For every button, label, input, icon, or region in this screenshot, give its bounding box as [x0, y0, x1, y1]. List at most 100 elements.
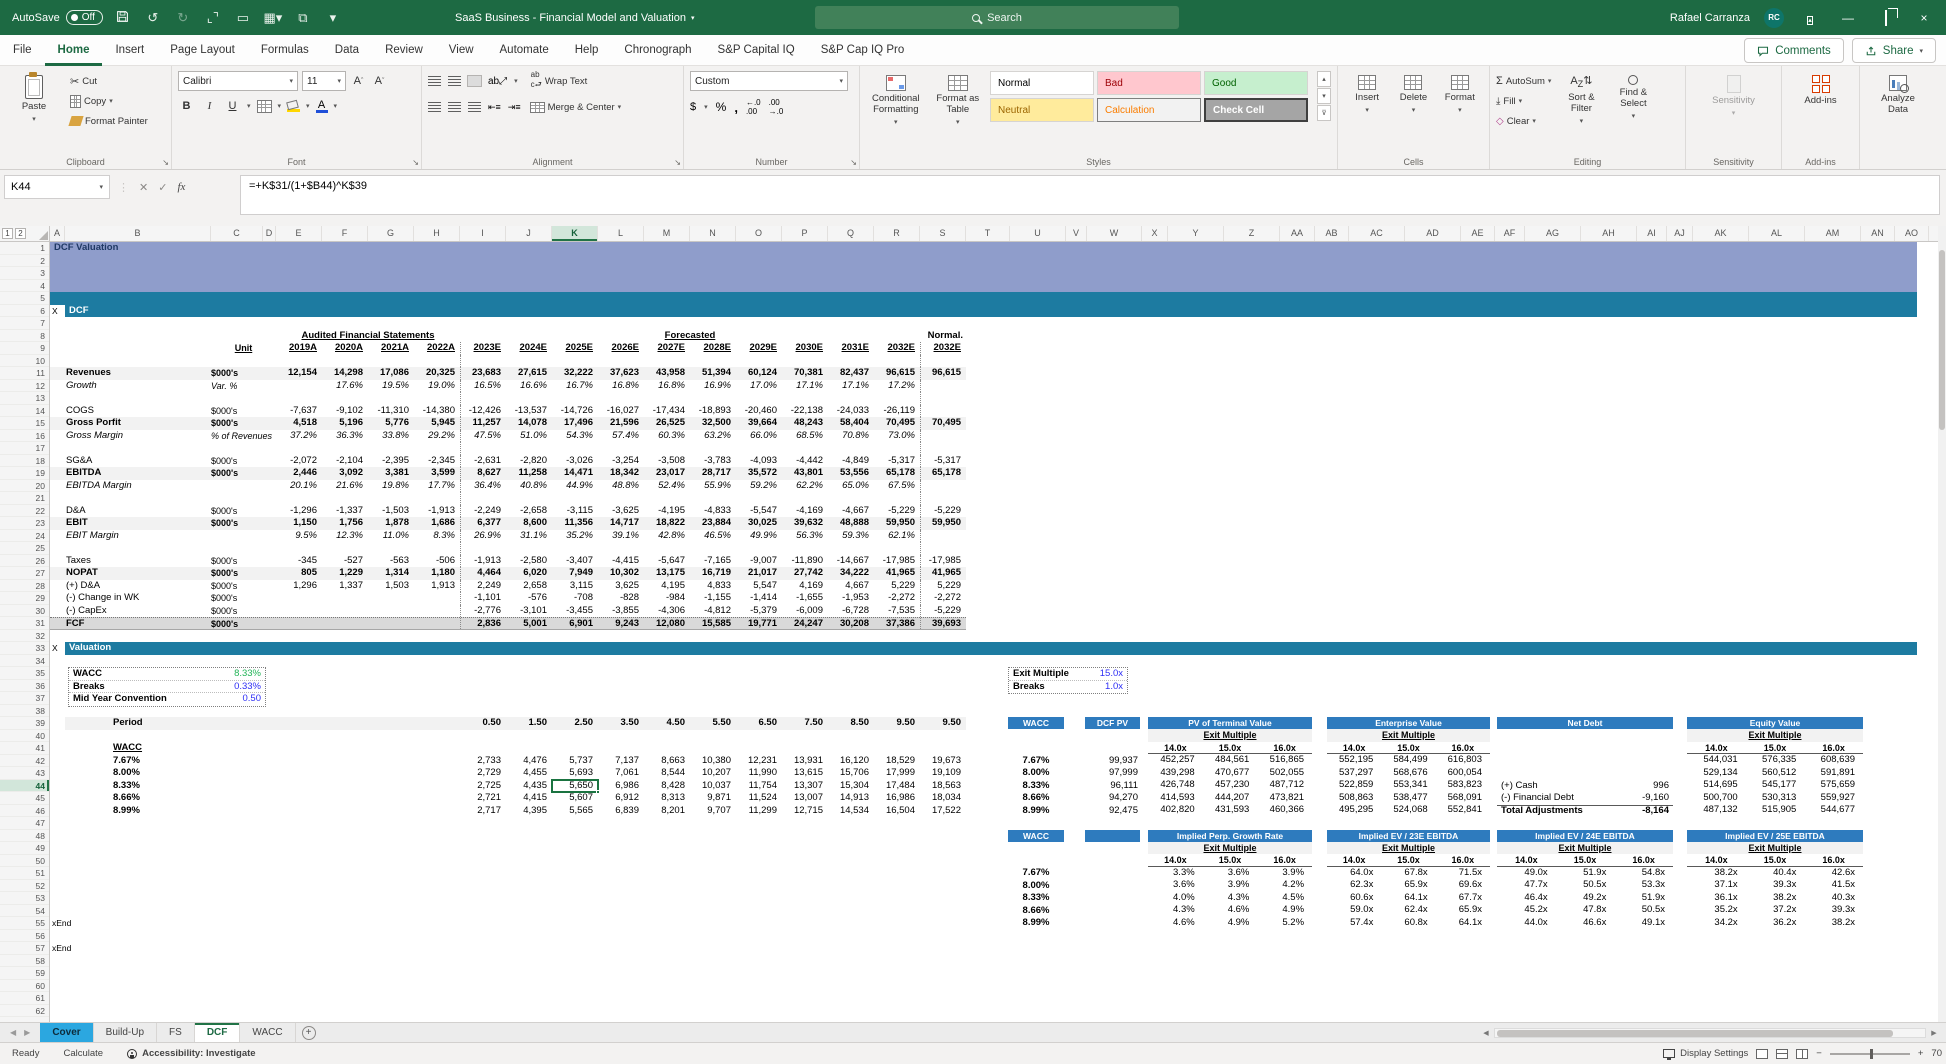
cell[interactable]: [322, 355, 368, 368]
menu-tab-file[interactable]: File: [0, 35, 45, 66]
cell[interactable]: -1,101: [460, 592, 506, 605]
shrink-font-button[interactable]: Aˇ: [371, 72, 388, 90]
cell[interactable]: 508,863: [1327, 792, 1381, 805]
cell[interactable]: -4,667: [828, 505, 874, 518]
cell[interactable]: 42.6x: [1804, 867, 1863, 880]
cell[interactable]: 538,477: [1381, 792, 1435, 805]
cell[interactable]: [368, 492, 414, 505]
cell[interactable]: [276, 355, 322, 368]
cell[interactable]: -5,547: [736, 505, 782, 518]
decrease-decimal-icon[interactable]: .00→.0: [769, 98, 784, 116]
cell[interactable]: 4.3%: [1148, 904, 1203, 917]
cell[interactable]: 5.2%: [1257, 917, 1312, 930]
cell[interactable]: -14,380: [414, 405, 460, 418]
cell[interactable]: 4.0%: [1148, 892, 1203, 905]
cell[interactable]: 56.3%: [782, 530, 828, 543]
cell[interactable]: 4,195: [644, 580, 690, 593]
cell[interactable]: [644, 392, 690, 405]
cell[interactable]: -1,337: [322, 505, 368, 518]
paste-button[interactable]: Paste▾: [6, 71, 62, 131]
cell[interactable]: 60.8x: [1381, 917, 1435, 930]
hscroll-left-icon[interactable]: ◀: [1480, 1029, 1492, 1037]
column-header-Q[interactable]: Q: [828, 226, 874, 241]
save-icon[interactable]: [113, 10, 133, 26]
cell[interactable]: 11,754: [736, 780, 782, 793]
cell[interactable]: 2027E: [644, 342, 690, 355]
cell[interactable]: -11,890: [782, 555, 828, 568]
cell[interactable]: [368, 542, 414, 555]
cell[interactable]: 41,965: [920, 567, 966, 580]
cell[interactable]: 39.1%: [598, 530, 644, 543]
cell[interactable]: -7,165: [690, 555, 736, 568]
cell[interactable]: 64.1x: [1381, 892, 1435, 905]
cell[interactable]: -563: [368, 555, 414, 568]
column-header-L[interactable]: L: [598, 226, 644, 241]
menu-tab-data[interactable]: Data: [322, 35, 372, 66]
cell[interactable]: 537,297: [1327, 767, 1381, 780]
outline-level-2-button[interactable]: 2: [15, 228, 26, 239]
cell[interactable]: 51,394: [690, 367, 736, 380]
cell[interactable]: 96,111: [1085, 780, 1140, 793]
cell[interactable]: 5,001: [506, 618, 552, 629]
cell[interactable]: [920, 380, 966, 393]
cell[interactable]: 49.9%: [736, 530, 782, 543]
cell[interactable]: 473,821: [1257, 792, 1312, 805]
cell[interactable]: [598, 442, 644, 455]
cell[interactable]: 5,776: [368, 417, 414, 430]
cell[interactable]: -1,414: [736, 592, 782, 605]
cell[interactable]: 55.9%: [690, 480, 736, 493]
cell[interactable]: 49.0x: [1497, 867, 1556, 880]
cell[interactable]: 402,820: [1148, 804, 1203, 817]
cell[interactable]: Gross Porfit: [50, 417, 211, 430]
cell[interactable]: -984: [644, 592, 690, 605]
cell[interactable]: [322, 618, 368, 629]
cell[interactable]: 37,386: [874, 618, 920, 629]
cell[interactable]: -2,631: [460, 455, 506, 468]
cell[interactable]: 65,178: [874, 467, 920, 480]
horizontal-scrollbar-thumb[interactable]: [1497, 1030, 1893, 1037]
underline-button[interactable]: U: [224, 97, 241, 115]
cell[interactable]: 1,296: [276, 580, 322, 593]
sheet-tab-cover[interactable]: Cover: [40, 1023, 93, 1042]
cell[interactable]: [276, 592, 322, 605]
cell[interactable]: 19.8%: [368, 480, 414, 493]
column-header-AL[interactable]: AL: [1749, 226, 1805, 241]
cell[interactable]: 575,659: [1804, 779, 1863, 792]
cell[interactable]: (+) D&A: [50, 580, 211, 593]
column-header-A[interactable]: A: [50, 226, 65, 241]
cell[interactable]: 583,823: [1436, 779, 1490, 792]
cell[interactable]: 62.2%: [782, 480, 828, 493]
cell[interactable]: 19.0%: [414, 380, 460, 393]
cell[interactable]: 4.6%: [1148, 917, 1203, 930]
cell[interactable]: -1,913: [414, 505, 460, 518]
horizontal-scrollbar[interactable]: ◀ ▶: [1480, 1026, 1940, 1040]
cell[interactable]: -5,229: [920, 605, 966, 618]
cell[interactable]: -22,138: [782, 405, 828, 418]
orientation-icon[interactable]: ab⤢: [488, 76, 507, 87]
cell[interactable]: 37.2%: [276, 430, 322, 443]
cell[interactable]: 16,986: [874, 792, 920, 805]
cell[interactable]: 67.8x: [1381, 867, 1435, 880]
cell[interactable]: 69.6x: [1436, 879, 1490, 892]
cell[interactable]: $000's: [211, 505, 276, 518]
cell[interactable]: 7.50: [782, 717, 828, 730]
cell[interactable]: -2,395: [368, 455, 414, 468]
cell[interactable]: 5.50: [690, 717, 736, 730]
cell[interactable]: [690, 492, 736, 505]
cell[interactable]: 552,195: [1327, 754, 1381, 767]
display-settings-button[interactable]: Display Settings: [1663, 1048, 1748, 1059]
cell[interactable]: [552, 492, 598, 505]
cell[interactable]: -9,160: [1642, 792, 1669, 805]
column-header-F[interactable]: F: [322, 226, 368, 241]
cell[interactable]: [782, 492, 828, 505]
cell[interactable]: 15,304: [828, 780, 874, 793]
cell[interactable]: [598, 542, 644, 555]
cell[interactable]: 99,937: [1085, 755, 1140, 768]
cell[interactable]: 6,901: [552, 618, 598, 629]
cell[interactable]: 487,132: [1687, 804, 1746, 817]
cell[interactable]: $000's: [211, 592, 276, 605]
cell[interactable]: Taxes: [50, 555, 211, 568]
cell[interactable]: 591,891: [1804, 767, 1863, 780]
cell[interactable]: 6,839: [598, 805, 644, 818]
cell[interactable]: 6.50: [736, 717, 782, 730]
